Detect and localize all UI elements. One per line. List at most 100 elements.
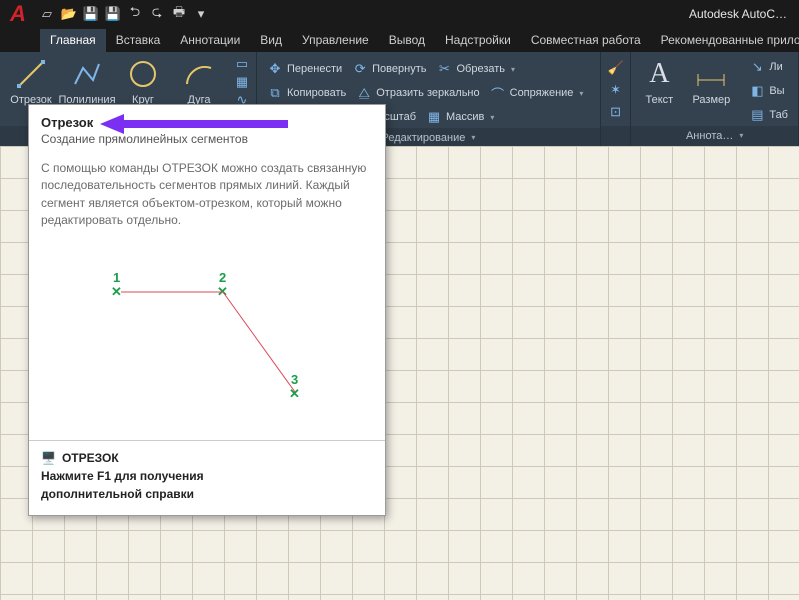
arc-button[interactable]: Дуга bbox=[174, 56, 224, 106]
array-icon: ▦ bbox=[426, 109, 442, 125]
svg-text:✕: ✕ bbox=[289, 386, 300, 401]
redo-icon[interactable]: ⮎ bbox=[148, 5, 166, 23]
chevron-down-icon: ▾ bbox=[579, 89, 583, 98]
svg-text:3: 3 bbox=[291, 372, 298, 387]
dimension-button[interactable]: Размер bbox=[687, 56, 735, 106]
array-label: Массив bbox=[446, 111, 484, 123]
command-icon: 🖥️ bbox=[41, 451, 56, 465]
tooltip-subtitle: Создание прямолинейных сегментов bbox=[29, 132, 385, 154]
tab-recommended[interactable]: Рекомендованные прилож… bbox=[651, 29, 799, 52]
tab-home[interactable]: Главная bbox=[40, 29, 106, 52]
circle-button[interactable]: Круг bbox=[118, 56, 168, 106]
panel-annotation-title[interactable]: Аннота… ▾ bbox=[631, 126, 798, 146]
copy-label: Копировать bbox=[287, 87, 346, 99]
trim-label: Обрезать bbox=[456, 63, 505, 75]
array-button[interactable]: ▦ Массив ▾ bbox=[422, 106, 498, 128]
tab-manage[interactable]: Управление bbox=[292, 29, 379, 52]
tooltip-line: Отрезок Создание прямолинейных сегментов… bbox=[28, 104, 386, 516]
callout-icon: ◧ bbox=[749, 83, 765, 99]
fillet-button[interactable]: ⌒ Сопряжение ▾ bbox=[486, 82, 588, 104]
panel-modify-title-label: Редактирование bbox=[382, 128, 466, 148]
tooltip-command-label: ОТРЕЗОК bbox=[62, 451, 119, 465]
trim-icon: ✂ bbox=[436, 61, 452, 77]
trim-button[interactable]: ✂ Обрезать ▾ bbox=[432, 58, 519, 80]
erase-icon[interactable]: 🧹 bbox=[608, 60, 624, 76]
tab-collab[interactable]: Совместная работа bbox=[521, 29, 651, 52]
open-icon[interactable]: 📂 bbox=[60, 5, 78, 23]
hatch-icon[interactable]: ▦ bbox=[234, 74, 250, 90]
panel-annotation: A Текст Размер ↘ Ли ◧ Вы ▤ Таб Аннота… ▾ bbox=[631, 52, 799, 146]
leader-icon: ↘ bbox=[749, 59, 765, 75]
app-title: Autodesk AutoC… bbox=[689, 7, 793, 21]
tab-annotate[interactable]: Аннотации bbox=[170, 29, 250, 52]
move-icon: ✥ bbox=[267, 61, 283, 77]
tooltip-f1-line2: дополнительной справки bbox=[41, 487, 373, 501]
tab-view[interactable]: Вид bbox=[250, 29, 292, 52]
svg-text:✕: ✕ bbox=[111, 284, 122, 299]
chevron-down-icon: ▾ bbox=[490, 113, 494, 122]
arc-icon bbox=[181, 56, 217, 92]
chevron-down-icon: ▾ bbox=[739, 126, 743, 146]
circle-icon bbox=[125, 56, 161, 92]
print-icon[interactable]: 🖶 bbox=[170, 5, 188, 23]
chevron-down-icon: ▾ bbox=[471, 128, 475, 148]
undo-icon[interactable]: ⮌ bbox=[126, 5, 144, 23]
dimension-label: Размер bbox=[692, 94, 730, 106]
qat-icons: ▱ 📂 💾 💾 ⮌ ⮎ 🖶 ▾ bbox=[38, 5, 210, 23]
text-icon: A bbox=[641, 56, 677, 92]
line-icon bbox=[13, 56, 49, 92]
chevron-down-icon: ▾ bbox=[511, 65, 515, 74]
mirror-button[interactable]: ⧋ Отразить зеркально bbox=[352, 82, 483, 104]
draw-small-buttons: ▭ ▦ ∿ bbox=[234, 56, 250, 108]
rect-icon[interactable]: ▭ bbox=[234, 56, 250, 72]
offset-icon[interactable]: ⊡ bbox=[608, 104, 624, 120]
panel-annotation-title-label: Аннота… bbox=[686, 126, 733, 146]
fillet-label: Сопряжение bbox=[510, 87, 574, 99]
saveas-icon[interactable]: 💾 bbox=[104, 5, 122, 23]
save-icon[interactable]: 💾 bbox=[82, 5, 100, 23]
text-label: Текст bbox=[645, 94, 673, 106]
text-button[interactable]: A Текст bbox=[637, 56, 681, 106]
quick-access-toolbar: A ▱ 📂 💾 💾 ⮌ ⮎ 🖶 ▾ Autodesk AutoC… bbox=[0, 0, 799, 28]
annot-small-buttons: ↘ Ли ◧ Вы ▤ Таб bbox=[745, 56, 792, 126]
tooltip-footer: 🖥️ ОТРЕЗОК Нажмите F1 для получения допо… bbox=[29, 440, 385, 515]
move-button[interactable]: ✥ Перенести bbox=[263, 58, 346, 80]
dimension-icon bbox=[693, 56, 729, 92]
copy-button[interactable]: ⧉ Копировать bbox=[263, 82, 350, 104]
tab-output[interactable]: Вывод bbox=[379, 29, 435, 52]
tab-addins[interactable]: Надстройки bbox=[435, 29, 521, 52]
callout-button[interactable]: ◧ Вы bbox=[745, 80, 792, 102]
new-icon[interactable]: ▱ bbox=[38, 5, 56, 23]
tooltip-f1-line1: Нажмите F1 для получения bbox=[41, 469, 373, 483]
tooltip-command: 🖥️ ОТРЕЗОК bbox=[41, 451, 373, 465]
polyline-icon bbox=[69, 56, 105, 92]
panel-misc: 🧹 ✶ ⊡ bbox=[601, 52, 631, 146]
rotate-button[interactable]: ⟳ Повернуть bbox=[348, 58, 430, 80]
explode-icon[interactable]: ✶ bbox=[608, 82, 624, 98]
tooltip-diagram: 1 ✕ 2 ✕ 3 ✕ bbox=[41, 244, 373, 434]
mirror-icon: ⧋ bbox=[356, 85, 372, 101]
tab-insert[interactable]: Вставка bbox=[106, 29, 171, 52]
line-button[interactable]: Отрезок bbox=[6, 56, 56, 106]
leader-label: Ли bbox=[769, 61, 782, 73]
more-icon[interactable]: ▾ bbox=[192, 5, 210, 23]
rotate-icon: ⟳ bbox=[352, 61, 368, 77]
app-logo: A bbox=[6, 2, 30, 26]
svg-text:2: 2 bbox=[219, 270, 226, 285]
move-label: Перенести bbox=[287, 63, 342, 75]
panel-misc-title bbox=[601, 126, 630, 146]
table-button[interactable]: ▤ Таб bbox=[745, 104, 792, 126]
leader-button[interactable]: ↘ Ли bbox=[745, 56, 792, 78]
tooltip-title: Отрезок bbox=[29, 105, 385, 132]
svg-text:1: 1 bbox=[113, 270, 120, 285]
callout-label: Вы bbox=[769, 85, 784, 97]
copy-icon: ⧉ bbox=[267, 85, 283, 101]
tooltip-body: С помощью команды ОТРЕЗОК можно создать … bbox=[29, 154, 385, 240]
rotate-label: Повернуть bbox=[372, 63, 426, 75]
polyline-button[interactable]: Полилиния bbox=[62, 56, 112, 106]
mirror-label: Отразить зеркально bbox=[376, 87, 479, 99]
ribbon-tabs: Главная Вставка Аннотации Вид Управление… bbox=[0, 28, 799, 52]
table-label: Таб bbox=[769, 109, 788, 121]
table-icon: ▤ bbox=[749, 107, 765, 123]
fillet-icon: ⌒ bbox=[490, 85, 506, 101]
